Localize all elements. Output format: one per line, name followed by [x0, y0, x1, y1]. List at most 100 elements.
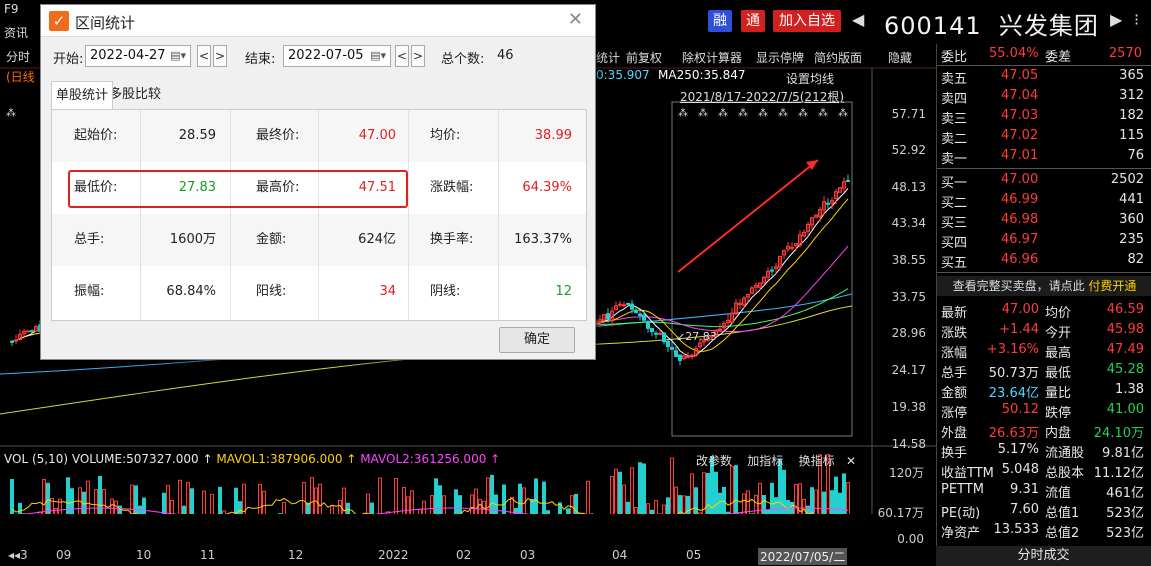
tick-trades-tab[interactable]: 分时成交 — [936, 546, 1151, 566]
buy-row[interactable]: 买二 46.99 441 — [937, 190, 1151, 211]
swap-indicator-button[interactable]: 换指标 — [799, 454, 835, 468]
calendar-icon[interactable]: ▤▾ — [370, 46, 386, 66]
stat-value: 163.37% — [514, 232, 572, 247]
volume-bar — [302, 482, 306, 514]
tab-single-stock[interactable]: 单股统计 — [51, 81, 114, 109]
order-price: 47.05 — [1001, 68, 1039, 83]
margin-trading-button[interactable]: 融 — [708, 10, 732, 32]
close-volume-icon[interactable]: ✕ — [846, 454, 856, 468]
price-tick: 38.55 — [891, 253, 926, 267]
order-label: 买五 — [941, 256, 968, 271]
event-marker: ⁂ — [838, 107, 848, 119]
quote-value: 5.17% — [997, 442, 1039, 457]
quote-label: 内盘 — [1045, 426, 1072, 441]
end-next-button[interactable]: > — [411, 45, 425, 67]
toolbar-forward-adjust[interactable]: 前复权 — [626, 49, 662, 66]
volume-bar — [86, 480, 90, 514]
buy-row[interactable]: 买一 47.00 2502 — [937, 170, 1151, 191]
volume-bar — [486, 477, 490, 514]
calendar-icon[interactable]: ▤▾ — [170, 46, 186, 66]
end-prev-button[interactable]: < — [395, 45, 409, 67]
quote-label: 均价 — [1045, 306, 1072, 321]
order-label: 卖二 — [941, 132, 968, 147]
volume-bar — [802, 498, 806, 514]
x-tick: 09 — [56, 548, 72, 562]
buy-row[interactable]: 买五 46.96 82 — [937, 250, 1151, 271]
stock-name: 兴发集团 — [998, 12, 1099, 40]
buy-row[interactable]: 买三 46.98 360 — [937, 210, 1151, 231]
quote-value: 47.49 — [1106, 342, 1144, 357]
start-date-input[interactable]: 2022-04-27 ▤▾ — [85, 45, 191, 67]
price-tick: 43.34 — [891, 216, 926, 230]
volume-bar — [618, 471, 622, 514]
edit-params-button[interactable]: 改参数 — [696, 454, 732, 468]
start-next-button[interactable]: > — [213, 45, 227, 67]
start-prev-button[interactable]: < — [197, 45, 211, 67]
volume-bar — [402, 487, 406, 514]
volume-bar — [114, 500, 118, 514]
sell-row[interactable]: 卖三 47.03 182 — [937, 106, 1151, 127]
ok-button[interactable]: 确定 — [499, 327, 575, 353]
promo-text: 查看完整买卖盘，请点此 — [952, 279, 1085, 293]
volume-bar — [406, 496, 410, 514]
volume-bar — [830, 490, 834, 514]
quote-row: PETTM 9.31 流值 461亿 — [937, 480, 1151, 501]
add-watchlist-button[interactable]: 加入自选 — [773, 10, 841, 32]
order-volume: 312 — [1119, 88, 1144, 103]
price-tick: 57.71 — [891, 107, 926, 121]
toolbar-simple-layout[interactable]: 简约版面 — [814, 49, 862, 66]
volume-bar — [626, 501, 630, 514]
quote-value: 45.98 — [1106, 322, 1144, 337]
volume-bar — [734, 465, 738, 514]
stats-table: 起始价: 28.59 最终价: 47.00 均价: 38.99 最低价: 27.83 最高价: 4… — [51, 109, 587, 321]
volume-bar — [642, 463, 646, 514]
dialog-titlebar[interactable]: ✓ 区间统计 ✕ — [41, 5, 595, 37]
order-label: 买四 — [941, 236, 968, 251]
x-tick: 02 — [456, 548, 472, 562]
quote-row: 最新 47.00 均价 46.59 — [937, 300, 1151, 321]
price-tick: 28.96 — [891, 326, 926, 340]
sell-row[interactable]: 卖一 47.01 76 — [937, 146, 1151, 167]
sell-row[interactable]: 卖四 47.04 312 — [937, 86, 1151, 107]
add-indicator-button[interactable]: 加指标 — [747, 454, 783, 468]
sell-row[interactable]: 卖二 47.02 115 — [937, 126, 1151, 147]
prev-stock-icon[interactable]: ◀ — [852, 10, 864, 29]
connect-button[interactable]: 通 — [741, 10, 765, 32]
tab-fenshi[interactable]: 分时 — [6, 48, 30, 65]
candle-body — [790, 246, 794, 249]
end-label: 结束: — [245, 52, 276, 67]
checkmark-icon: ✓ — [49, 11, 69, 31]
toolbar-stat[interactable]: 统计 — [596, 49, 620, 66]
more-icon[interactable]: ⁝ — [1134, 10, 1139, 29]
stat-value: 1600万 — [169, 232, 216, 247]
toolbar-show-suspended[interactable]: 显示停牌 — [756, 49, 804, 66]
end-date-input[interactable]: 2022-07-05 ▤▾ — [283, 45, 391, 67]
quote-label: 最低 — [1045, 366, 1072, 381]
close-icon[interactable]: ✕ — [568, 9, 583, 30]
volume-bar — [142, 497, 146, 514]
order-volume: 115 — [1119, 128, 1144, 143]
sell-row[interactable]: 卖五 47.05 365 — [937, 66, 1151, 87]
toolbar-exright-calculator[interactable]: 除权计算器 — [682, 49, 742, 66]
volume-bar — [718, 492, 722, 514]
event-marker: ⁂ — [738, 107, 748, 119]
promo-link[interactable]: 付费开通 — [1088, 279, 1136, 293]
x-tick: 12 — [288, 548, 304, 562]
volume-bar — [714, 471, 718, 514]
buy-row[interactable]: 买四 46.97 235 — [937, 230, 1151, 251]
order-price: 47.02 — [1001, 128, 1039, 143]
tab-multi-compare[interactable]: 多股比较 — [105, 81, 165, 109]
volume-bar — [102, 488, 106, 514]
volume-bar — [242, 483, 246, 514]
toolbar-hide[interactable]: 隐藏 — [888, 49, 912, 66]
candle-body — [674, 350, 678, 357]
volume-bar — [378, 477, 382, 514]
volume-bar — [370, 502, 374, 514]
ma-settings-button[interactable]: 设置均线 — [786, 70, 834, 87]
vol-axis-zero: 0.00 — [897, 532, 924, 546]
next-stock-icon[interactable]: ▶ — [1110, 10, 1122, 29]
orderbook-promo[interactable]: 查看完整买卖盘，请点此 付费开通 — [937, 276, 1151, 296]
zixun-label[interactable]: 资讯 — [4, 24, 28, 41]
quote-value: 24.10万 — [1093, 426, 1144, 441]
f9-label[interactable]: F9 — [4, 2, 19, 16]
